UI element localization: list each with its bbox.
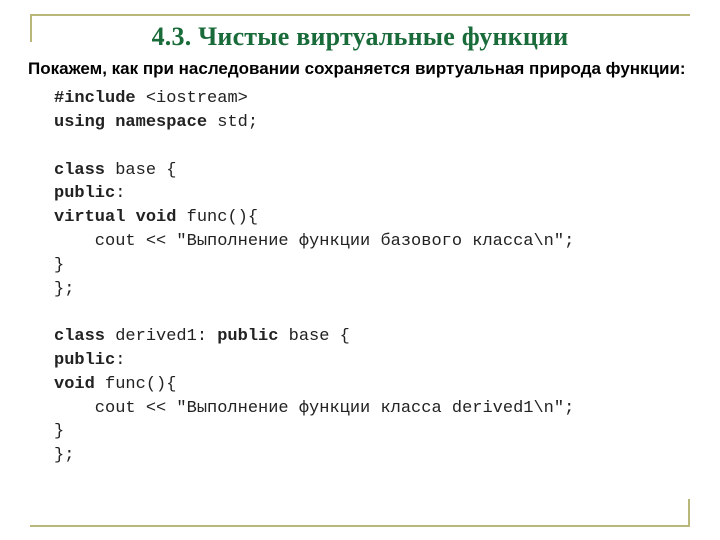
kw-public: public [54,184,115,203]
code-text [125,208,135,227]
code-line: class derived1: public base { [54,327,350,346]
code-text [105,113,115,132]
code-block: #include <iostream> using namespace std;… [28,87,692,468]
code-line: class base { [54,161,176,180]
kw-void: void [136,208,177,227]
code-text: base { [105,161,176,180]
code-line: public: [54,184,125,203]
rule-top [56,14,690,16]
kw-namespace: namespace [115,113,207,132]
kw-using: using [54,113,105,132]
kw-public: public [217,327,278,346]
code-text: std; [207,113,258,132]
code-line: #include <iostream> [54,89,248,108]
code-line: using namespace std; [54,113,258,132]
code-text: : [115,184,125,203]
kw-public: public [54,351,115,370]
rule-bottom [30,525,664,527]
code-text: base { [278,327,349,346]
kw-void: void [54,375,95,394]
code-line: }; [54,280,74,299]
slide: 4.3. Чистые виртуальные функции Покажем,… [0,0,720,540]
code-line: public: [54,351,125,370]
kw-include: #include [54,89,136,108]
kw-virtual: virtual [54,208,125,227]
code-line: void func(){ [54,375,176,394]
code-text: func(){ [95,375,177,394]
code-line: virtual void func(){ [54,208,258,227]
code-line: } [54,256,64,275]
code-text: func(){ [176,208,258,227]
code-text: : [115,351,125,370]
intro-text: Покажем, как при наследовании сохраняетс… [28,58,692,79]
kw-class: class [54,327,105,346]
kw-class: class [54,161,105,180]
code-text: derived1: [105,327,217,346]
corner-bottom-right [662,499,690,527]
code-text: <iostream> [136,89,248,108]
code-line: cout << "Выполнение функции класса deriv… [54,399,574,418]
code-line: cout << "Выполнение функции базового кла… [54,232,574,251]
code-line: } [54,422,64,441]
code-line: }; [54,446,74,465]
page-title: 4.3. Чистые виртуальные функции [28,22,692,52]
